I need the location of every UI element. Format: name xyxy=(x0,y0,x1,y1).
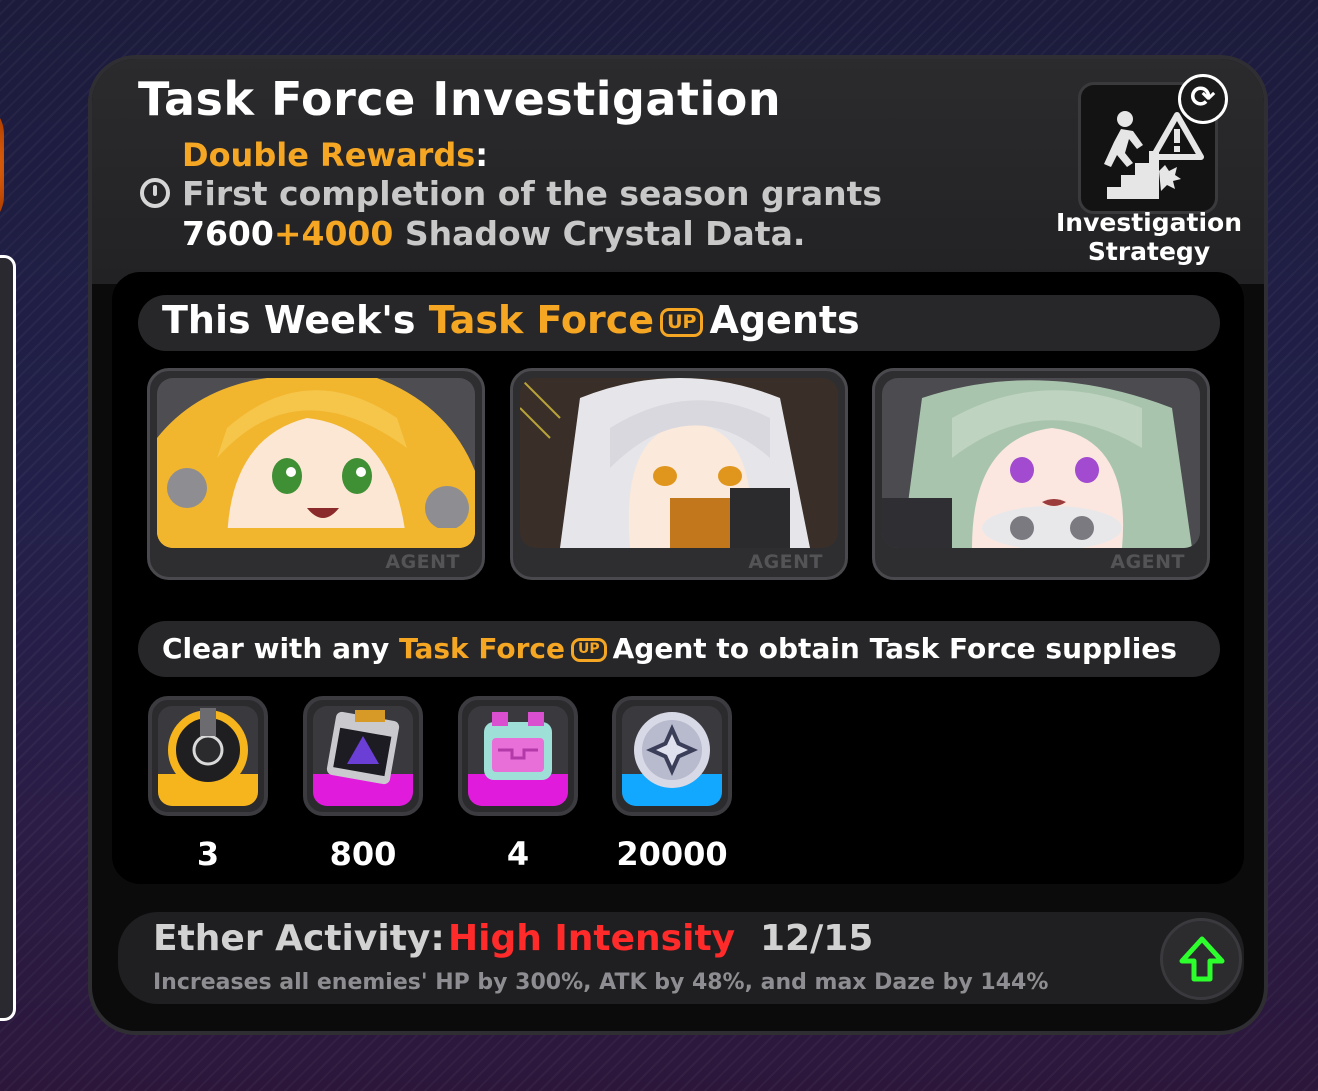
bonus-amount: +4000 xyxy=(273,214,394,253)
agent-portrait xyxy=(157,378,475,548)
arrow-up-icon xyxy=(1179,936,1225,982)
reward-description-line1: First completion of the season grants xyxy=(182,174,883,213)
agent-portrait xyxy=(882,378,1200,548)
base-amount: 7600 xyxy=(182,214,274,253)
bangboo-core-icon xyxy=(158,706,258,806)
agents-section-title: This Week's Task Force UP Agents xyxy=(162,298,860,342)
supply-quantity: 800 xyxy=(329,835,397,873)
ether-activity-label: Ether Activity: xyxy=(153,918,445,959)
agent-portrait xyxy=(520,378,838,548)
material-pack-icon xyxy=(468,706,568,806)
agent-tag: AGENT xyxy=(748,551,823,573)
agent-card[interactable]: AGENT xyxy=(872,368,1210,580)
supply-quantity: 20000 xyxy=(616,835,728,873)
supply-item[interactable] xyxy=(458,696,578,816)
agent-tag: AGENT xyxy=(385,551,460,573)
supply-quantity: 4 xyxy=(506,835,530,873)
supply-item[interactable] xyxy=(303,696,423,816)
up-badge-icon: UP xyxy=(571,638,607,662)
up-badge-icon: UP xyxy=(660,308,704,337)
supply-quantity: 3 xyxy=(196,835,220,873)
ether-activity-description: Increases all enemies' HP by 300%, ATK b… xyxy=(153,970,1049,995)
ether-intensity-level: High Intensity xyxy=(448,918,736,959)
supplies-section-title: Clear with any Task Force UP Agent to obta… xyxy=(162,632,1177,665)
agent-tag: AGENT xyxy=(1110,551,1185,573)
page-title: Task Force Investigation xyxy=(138,72,782,126)
dennies-coin-icon xyxy=(622,706,722,806)
double-rewards-label: Double Rewards: xyxy=(182,136,489,174)
agent-card[interactable]: AGENT xyxy=(510,368,848,580)
refresh-icon[interactable]: ⟳ xyxy=(1178,74,1228,124)
reward-description-line2: 7600+4000 Shadow Crystal Data. xyxy=(182,214,805,253)
agent-card[interactable]: AGENT xyxy=(147,368,485,580)
supply-item[interactable] xyxy=(148,696,268,816)
investigation-strategy-label: Investigation Strategy xyxy=(1055,208,1242,266)
side-card[interactable] xyxy=(0,255,16,1021)
upgrade-button[interactable] xyxy=(1160,918,1242,1000)
reward-name: Shadow Crystal Data. xyxy=(404,214,806,253)
clock-icon xyxy=(140,178,170,208)
supply-item[interactable] xyxy=(612,696,732,816)
ether-intensity-count: 12/15 xyxy=(760,918,874,959)
data-chip-icon xyxy=(313,706,413,806)
